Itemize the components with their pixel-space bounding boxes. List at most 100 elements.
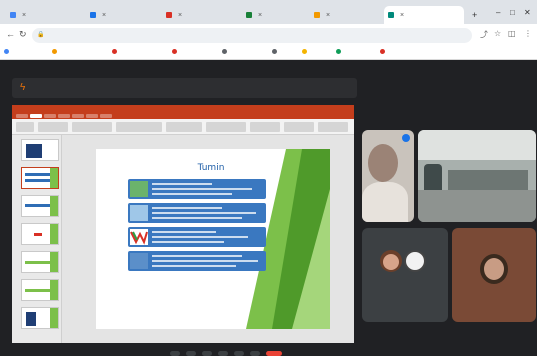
slide-thumbnail xyxy=(21,279,59,301)
reactions-button[interactable] xyxy=(234,351,244,356)
close-tab-icon[interactable]: × xyxy=(400,12,404,19)
thumb-graphic xyxy=(50,308,58,328)
browser-tab-3[interactable]: × xyxy=(162,6,240,24)
bookmark-item[interactable] xyxy=(302,49,309,54)
slide-content-row xyxy=(128,251,266,271)
close-window-icon[interactable]: ✕ xyxy=(524,8,531,17)
presenting-banner: ϟ xyxy=(12,78,357,98)
bookmark-icon xyxy=(222,49,227,54)
captions-button[interactable] xyxy=(202,351,212,356)
slide-editor-area: Tumin xyxy=(62,135,354,343)
participant-tile-1[interactable] xyxy=(362,130,414,222)
slide-thumbnail xyxy=(21,223,59,245)
row-text-line xyxy=(152,212,256,214)
more-options-button[interactable] xyxy=(250,351,260,356)
bookmark-icon xyxy=(336,49,341,54)
thumb-graphic xyxy=(50,280,58,300)
participant-video xyxy=(362,182,408,222)
menu-dots-icon[interactable]: ⋮ xyxy=(524,29,532,38)
bookmark-item[interactable] xyxy=(380,49,387,54)
ppt-tab xyxy=(86,114,98,118)
close-tab-icon[interactable]: × xyxy=(326,12,330,19)
minimize-icon[interactable]: – xyxy=(496,8,500,17)
ppt-tab xyxy=(100,114,112,118)
new-tab-button[interactable]: + xyxy=(468,6,482,24)
restore-icon[interactable]: □ xyxy=(510,8,515,17)
participant-tile-4[interactable] xyxy=(452,228,536,322)
ribbon-group xyxy=(72,122,112,132)
participant-tile-2[interactable] xyxy=(418,130,536,222)
reload-icon[interactable]: ↻ xyxy=(19,29,27,40)
browser-tab-active[interactable]: × xyxy=(384,6,464,24)
current-slide: Tumin xyxy=(96,149,330,329)
bookmark-item[interactable] xyxy=(222,49,229,54)
ribbon-group xyxy=(116,122,162,132)
slide-thumbnail xyxy=(21,251,59,273)
bookmark-item[interactable] xyxy=(52,49,59,54)
bookmark-item[interactable] xyxy=(112,49,119,54)
row-text-line xyxy=(152,183,212,185)
row-text-line xyxy=(152,260,258,262)
ppt-ribbon xyxy=(12,119,354,135)
participant-video xyxy=(484,258,504,280)
presenter-icon: ϟ xyxy=(20,82,26,93)
ribbon-group xyxy=(318,122,348,132)
row-text-line xyxy=(152,193,232,195)
back-arrow-icon[interactable]: ← xyxy=(6,29,15,39)
bookmark-icon xyxy=(272,49,277,54)
browser-tab-2[interactable]: × xyxy=(86,6,160,24)
ppt-tab xyxy=(72,114,84,118)
extensions-icon[interactable]: ◫ xyxy=(508,29,516,38)
classroom-floor xyxy=(418,190,536,222)
browser-tab-4[interactable]: × xyxy=(242,6,308,24)
bookmark-icon xyxy=(52,49,57,54)
bookmark-item[interactable] xyxy=(272,49,279,54)
tab-favicon-icon xyxy=(10,12,16,18)
ppt-tab xyxy=(16,114,28,118)
tab-favicon-icon xyxy=(314,12,320,18)
ribbon-group xyxy=(16,122,34,132)
browser-tab-5[interactable]: × xyxy=(310,6,382,24)
camera-button[interactable] xyxy=(186,351,196,356)
close-tab-icon[interactable]: × xyxy=(102,12,106,19)
participant-tile-3[interactable] xyxy=(362,228,448,322)
close-tab-icon[interactable]: × xyxy=(22,12,26,19)
mic-button[interactable] xyxy=(170,351,180,356)
thumb-graphic xyxy=(50,252,58,272)
bookmark-icon xyxy=(380,49,385,54)
address-bar[interactable]: 🔒 xyxy=(32,28,472,43)
ribbon-group xyxy=(250,122,280,132)
present-button[interactable] xyxy=(218,351,228,356)
slide-content-row xyxy=(128,179,266,199)
lock-icon: 🔒 xyxy=(37,32,45,38)
thumb-graphic xyxy=(26,144,42,158)
close-tab-icon[interactable]: × xyxy=(258,12,262,19)
row-thumbnail xyxy=(130,181,148,197)
row-text-line xyxy=(152,241,224,243)
bookmark-item[interactable] xyxy=(4,49,11,54)
browser-toolbar: ← ↻ 🔒 ⤴ ☆ ◫ ⋮ xyxy=(0,24,537,46)
share-icon[interactable]: ⤴ xyxy=(480,29,488,40)
slide-thumbnail-selected xyxy=(21,167,59,189)
browser-tab-1[interactable]: × xyxy=(6,6,84,24)
close-tab-icon[interactable]: × xyxy=(178,12,182,19)
participant-video xyxy=(368,144,398,182)
slide-thumbnail xyxy=(21,195,59,217)
bookmark-star-icon[interactable]: ☆ xyxy=(494,29,501,38)
bookmark-item[interactable] xyxy=(336,49,343,54)
slide-thumbnail xyxy=(21,139,59,161)
row-text-line xyxy=(152,217,242,219)
row-text-line xyxy=(152,207,222,209)
meeting-stage: ϟ Tumin xyxy=(0,60,537,356)
participant-video xyxy=(404,250,426,272)
leave-call-button[interactable] xyxy=(266,351,282,356)
ribbon-group xyxy=(166,122,202,132)
tab-favicon-icon xyxy=(246,12,252,18)
thumb-graphic xyxy=(50,224,58,244)
thumb-graphic xyxy=(34,233,42,236)
thumb-graphic xyxy=(26,312,36,326)
classroom-ceiling xyxy=(418,130,536,160)
row-text-line xyxy=(152,236,248,238)
bookmark-icon xyxy=(172,49,177,54)
bookmark-item[interactable] xyxy=(172,49,179,54)
